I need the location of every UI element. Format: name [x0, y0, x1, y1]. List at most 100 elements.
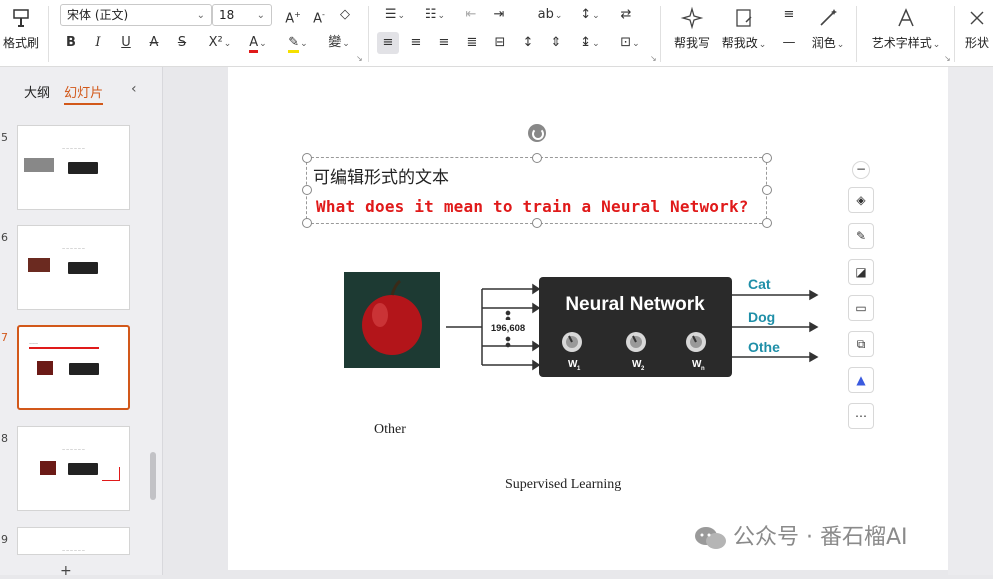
resize-handle[interactable]: [302, 185, 312, 195]
increase-font-icon[interactable]: A+: [282, 4, 304, 26]
shadow-icon[interactable]: S: [171, 32, 193, 54]
more-icon[interactable]: ⋯: [848, 403, 874, 429]
thumb-red-arrow: [102, 467, 120, 481]
outline-icon[interactable]: ▭: [848, 295, 874, 321]
minus-icon[interactable]: −: [852, 161, 870, 179]
fill-icon[interactable]: ◪: [848, 259, 874, 285]
font-color-icon[interactable]: A⌄: [243, 32, 273, 54]
increase-indent-icon[interactable]: ⇥: [488, 4, 510, 26]
shape-icon: [970, 11, 984, 25]
layers-icon[interactable]: ◈: [848, 187, 874, 213]
panel-scrollbar[interactable]: [150, 452, 156, 500]
resize-handle[interactable]: [762, 153, 772, 163]
polish-label: 润色: [811, 36, 836, 50]
expand-icon[interactable]: ↘: [356, 54, 363, 63]
expand-icon[interactable]: ↘: [944, 54, 951, 63]
add-slide-icon[interactable]: +: [60, 563, 72, 579]
brush-icon[interactable]: ✎: [848, 223, 874, 249]
italic-icon[interactable]: I: [87, 32, 109, 54]
convert-icon[interactable]: ⇄: [615, 4, 637, 26]
art-text-style-button[interactable]: 艺术字样式⌄: [868, 6, 944, 51]
slide-thumbnail-6[interactable]: — — — — — —: [17, 225, 130, 310]
font-size-select[interactable]: 18 ⌄: [212, 4, 272, 26]
highlight-icon[interactable]: ✎⌄: [283, 32, 313, 54]
thumb-title: — — — — — —: [62, 146, 85, 150]
resize-handle[interactable]: [302, 218, 312, 228]
shape-style-button[interactable]: 形状: [962, 6, 992, 51]
align-center-icon[interactable]: ≡: [405, 32, 427, 54]
panel-tabs: 大纲 幻灯片: [24, 82, 113, 105]
thumb-red-line: [29, 347, 99, 349]
slide-number: 5: [1, 131, 8, 144]
caption-other[interactable]: Other: [374, 422, 406, 438]
phonetic-icon[interactable]: 變⌄: [322, 32, 356, 54]
superscript-icon[interactable]: X²⌄: [203, 32, 237, 54]
resize-handle[interactable]: [532, 218, 542, 228]
network-title: Neural Network: [565, 294, 705, 315]
expand-icon[interactable]: ↘: [650, 54, 657, 63]
eraser-icon[interactable]: ◇: [334, 4, 356, 26]
slide-thumbnail-5[interactable]: — — — — — —: [17, 125, 130, 210]
output-label-other: Othe: [748, 339, 780, 355]
edit-doc-icon: [736, 9, 752, 27]
arrange-icon[interactable]: ⧉: [848, 331, 874, 357]
divider: [660, 6, 661, 62]
dash-icon[interactable]: —: [778, 32, 800, 54]
chevron-down-icon: ⌄: [256, 10, 265, 21]
spacing-icon[interactable]: ↨⌄: [575, 32, 605, 54]
paragraph-icon[interactable]: ≡: [778, 4, 800, 26]
textbox-line-chinese[interactable]: 可编辑形式的文本: [313, 163, 449, 188]
collapse-panel-icon[interactable]: ‹: [131, 81, 137, 97]
text-direction-icon[interactable]: ↕⌄: [575, 4, 605, 26]
thumb-title: ———: [29, 341, 38, 345]
slides-panel: 大纲 幻灯片 ‹ 5 — — — — — — 6 — — — — — — 7 —…: [0, 67, 163, 579]
distribute-icon[interactable]: ⊟: [489, 32, 511, 54]
numbered-list-icon[interactable]: ☷⌄: [420, 4, 450, 26]
resize-handle[interactable]: [762, 218, 772, 228]
underline-icon[interactable]: U: [115, 32, 137, 54]
decrease-font-icon[interactable]: A-: [308, 4, 330, 26]
slide-thumbnail-7[interactable]: ———: [17, 325, 130, 410]
help-write-label: 帮我写: [673, 36, 710, 50]
line-spacing-icon[interactable]: ↕: [517, 32, 539, 54]
neural-network-diagram[interactable]: 196,608 Neural Network W 1 W 2 W n Cat D…: [340, 267, 820, 382]
resize-handle[interactable]: [762, 185, 772, 195]
thumb-image: [24, 158, 54, 172]
help-edit-button[interactable]: 帮我改⌄: [720, 6, 768, 51]
help-write-button[interactable]: 帮我写: [672, 6, 712, 51]
bold-icon[interactable]: B: [60, 32, 82, 54]
rotate-handle-icon[interactable]: [528, 124, 546, 142]
strikethrough-icon[interactable]: A: [143, 32, 165, 54]
slide-thumbnail-9[interactable]: — — — — — —: [17, 527, 130, 555]
polish-button[interactable]: 润色⌄: [808, 6, 848, 51]
wechat-icon: [695, 527, 726, 549]
bullet-list-icon[interactable]: ☰⌄: [380, 4, 410, 26]
thumb-title: — — — — — —: [62, 447, 85, 451]
weight-knob-2: [626, 332, 646, 352]
ai-icon[interactable]: ▲: [848, 367, 874, 393]
paragraph-spacing-icon[interactable]: ⇕: [545, 32, 567, 54]
tab-slides[interactable]: 幻灯片: [64, 86, 104, 105]
justify-icon[interactable]: ≣: [461, 32, 483, 54]
slide-thumbnail-8[interactable]: — — — — — —: [17, 426, 130, 511]
ribbon-toolbar: 格式刷 宋体 (正文) ⌄ 18 ⌄ A+ A- ◇ B I U A S X²⌄…: [0, 0, 993, 67]
format-painter-button[interactable]: 格式刷: [2, 6, 40, 51]
text-effect-icon[interactable]: ab⌄: [535, 4, 565, 26]
font-name-select[interactable]: 宋体 (正文) ⌄: [60, 4, 212, 26]
art-text-style-label: 艺术字样式: [871, 36, 932, 50]
align-right-icon[interactable]: ≡: [433, 32, 455, 54]
decrease-indent-icon[interactable]: ⇤: [460, 4, 482, 26]
text-box-align-icon[interactable]: ⊡⌄: [615, 32, 645, 54]
slide-number: 6: [1, 231, 8, 244]
thumb-image: [40, 461, 56, 475]
font-size-value: 18: [219, 8, 235, 22]
tab-outline[interactable]: 大纲: [24, 86, 50, 101]
watermark-text: 公众号 · 番石榴AI: [733, 525, 908, 550]
resize-handle[interactable]: [302, 153, 312, 163]
output-label-cat: Cat: [748, 276, 771, 292]
align-left-icon[interactable]: ≡: [377, 32, 399, 54]
caption-supervised-learning[interactable]: Supervised Learning: [505, 477, 621, 493]
format-painter-label: 格式刷: [2, 36, 39, 50]
resize-handle[interactable]: [532, 153, 542, 163]
textbox-line-english[interactable]: What does it mean to train a Neural Netw…: [316, 197, 749, 216]
